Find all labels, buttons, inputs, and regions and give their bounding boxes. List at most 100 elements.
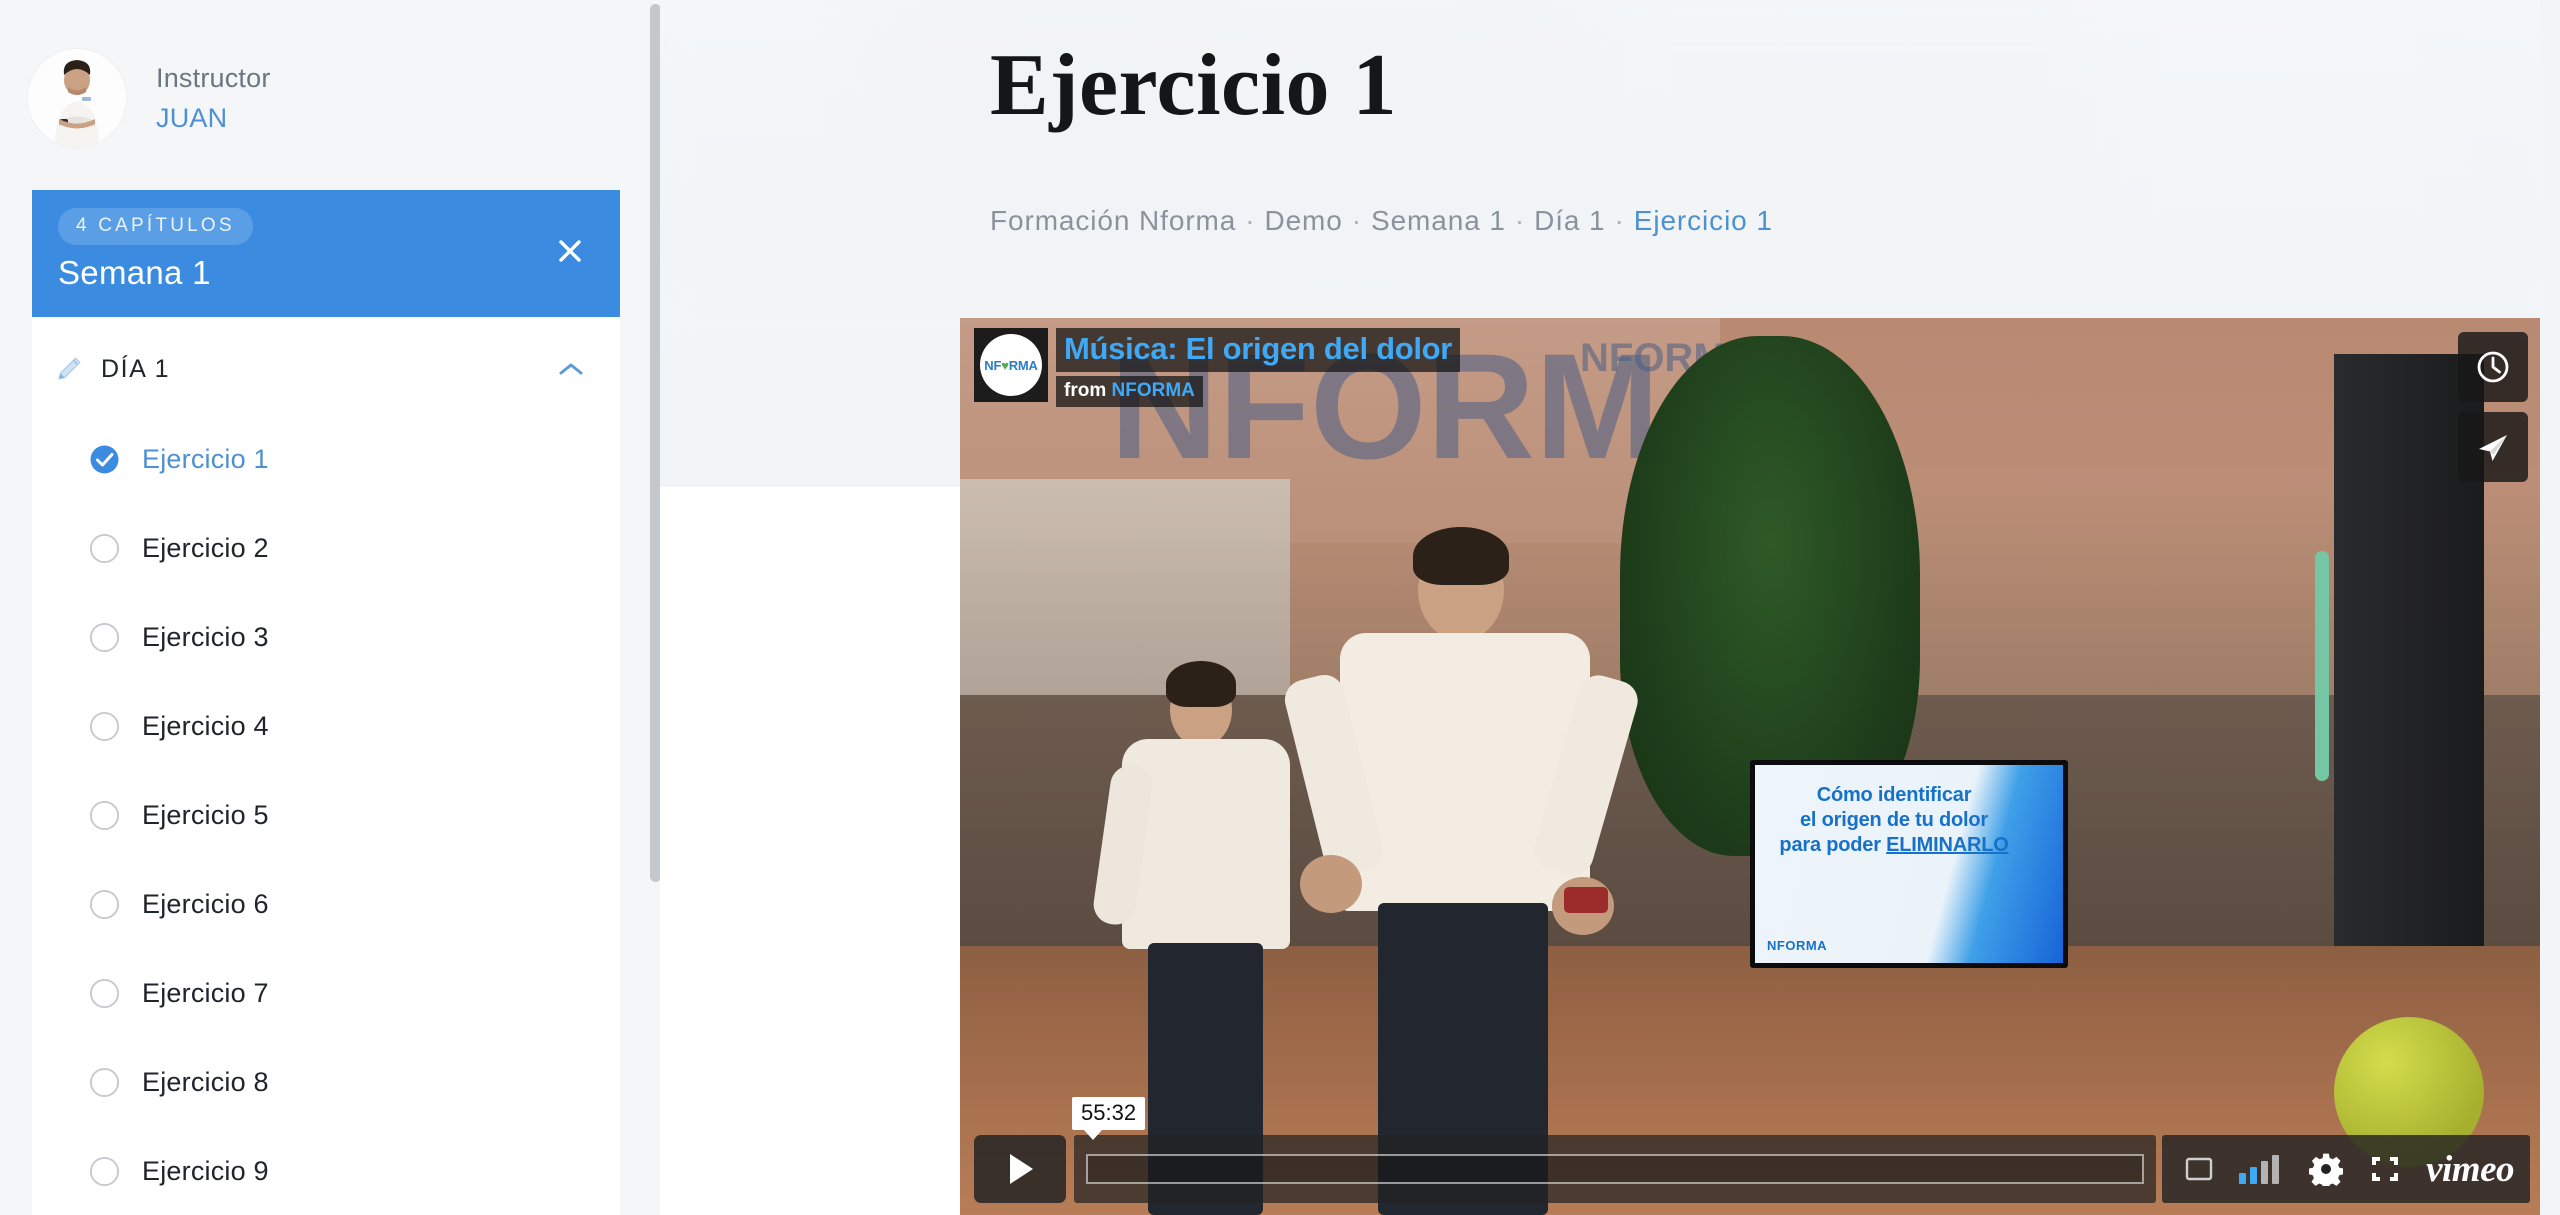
- chevron-up-icon[interactable]: [556, 360, 586, 378]
- tv-slide-logo: NFORMA: [1767, 938, 1828, 953]
- video-frame-content: NFORMA NFORMA Cómo identificar el origen…: [960, 318, 2544, 1215]
- lesson-item-2[interactable]: Ejercicio 2: [32, 504, 620, 593]
- vimeo-action-buttons: [2458, 332, 2528, 492]
- lesson-items: Ejercicio 1 Ejercicio 2 Ejercicio 3 Ejercic…: [32, 415, 620, 1215]
- vimeo-video-player[interactable]: NFORMA NFORMA Cómo identificar el origen…: [960, 318, 2544, 1215]
- video-bg-resistance-band: [2315, 551, 2329, 782]
- breadcrumb-item-3[interactable]: Semana 1: [1371, 205, 1506, 236]
- tv-slide-line-2: el origen de tu dolor: [1799, 808, 1989, 831]
- avatar: [28, 49, 126, 147]
- breadcrumb-separator: ·: [1514, 204, 1526, 236]
- lesson-item-label: Ejercicio 7: [142, 978, 269, 1008]
- lesson-item-label: Ejercicio 5: [142, 800, 269, 830]
- lesson-item-9[interactable]: Ejercicio 9: [32, 1127, 620, 1215]
- circle-outline-icon: [89, 533, 120, 564]
- instructor-name[interactable]: JUAN: [156, 100, 271, 136]
- gear-icon: [2309, 1153, 2344, 1186]
- vimeo-overlay-titles: Música: El origen del dolor from NFORMA: [1056, 328, 1461, 407]
- video-tv-screen: Cómo identificar el origen de tu dolor p…: [1750, 760, 2068, 968]
- video-controls-bar: 55:32 vimeo: [974, 1097, 2530, 1203]
- progress-track[interactable]: [1086, 1154, 2145, 1184]
- lesson-item-1[interactable]: Ejercicio 1: [32, 415, 620, 504]
- lesson-item-label: Ejercicio 6: [142, 889, 269, 919]
- check-circle-filled-icon: [89, 444, 120, 475]
- tv-slide-text: Cómo identificar el origen de tu dolor p…: [1769, 783, 2019, 857]
- breadcrumb-item-4[interactable]: Día 1: [1534, 205, 1605, 236]
- instructor-block: Instructor JUAN: [0, 0, 660, 160]
- breadcrumb: Formación Nforma · Demo · Semana 1 · Día 1 · Eje…: [990, 205, 1773, 237]
- chapter-count-badge: 4 CAPÍTULOS: [58, 208, 253, 245]
- breadcrumb-item-2[interactable]: Demo: [1264, 205, 1342, 236]
- picture-in-picture-button[interactable]: [2185, 1156, 2213, 1182]
- breadcrumb-separator: ·: [1351, 204, 1362, 236]
- instructor-role-label: Instructor: [156, 62, 271, 93]
- circle-outline-icon: [89, 889, 120, 920]
- breadcrumb-item-5[interactable]: Ejercicio 1: [1634, 205, 1773, 236]
- tv-slide-emphasis: ELIMINARLO: [1886, 833, 2009, 856]
- vimeo-video-title[interactable]: Música: El origen del dolor: [1056, 328, 1461, 372]
- course-player-page: Instructor JUAN 4 CAPÍTULOS Semana 1 DÍA…: [0, 0, 2560, 1215]
- vertical-scrollbar-thumb[interactable]: [650, 4, 660, 882]
- sidebar-section-dia-1[interactable]: DÍA 1: [32, 323, 620, 415]
- lesson-item-label: Ejercicio 1: [142, 444, 269, 474]
- pip-icon: [2185, 1157, 2213, 1181]
- paper-plane-icon: [2479, 435, 2507, 461]
- play-button[interactable]: [974, 1135, 1066, 1203]
- page-title: Ejercicio 1: [990, 37, 1398, 134]
- vimeo-channel-name: NFORMA: [1111, 380, 1195, 401]
- video-person-foreground: [1280, 525, 1643, 1215]
- fullscreen-button[interactable]: [2369, 1154, 2401, 1184]
- watch-later-button[interactable]: [2458, 332, 2528, 402]
- circle-outline-icon: [89, 800, 120, 831]
- chapter-header-card: 4 CAPÍTULOS Semana 1: [32, 190, 620, 317]
- instructor-avatar-photo: [28, 49, 126, 147]
- circle-outline-icon: [89, 622, 120, 653]
- circle-outline-icon: [89, 1156, 120, 1187]
- vimeo-from-prefix: from: [1064, 380, 1107, 401]
- lesson-item-3[interactable]: Ejercicio 3: [32, 593, 620, 682]
- vimeo-title-overlay: NF♥RMA Música: El origen del dolor from …: [974, 328, 1461, 407]
- vimeo-channel-line[interactable]: from NFORMA: [1056, 376, 1203, 407]
- time-tooltip: 55:32: [1072, 1097, 1146, 1140]
- lesson-item-6[interactable]: Ejercicio 6: [32, 860, 620, 949]
- progress-bar[interactable]: 55:32: [1072, 1097, 2157, 1203]
- sidebar-section-label: DÍA 1: [101, 354, 171, 383]
- video-controls-right: vimeo: [2162, 1135, 2530, 1203]
- course-sidebar: Instructor JUAN 4 CAPÍTULOS Semana 1 DÍA…: [0, 0, 660, 1215]
- tv-slide-line-3-prefix: para poder: [1779, 833, 1887, 856]
- circle-outline-icon: [89, 1067, 120, 1098]
- breadcrumb-separator: ·: [1245, 204, 1256, 236]
- lesson-item-7[interactable]: Ejercicio 7: [32, 949, 620, 1038]
- circle-outline-icon: [89, 978, 120, 1009]
- share-button[interactable]: [2458, 412, 2528, 482]
- breadcrumb-separator: ·: [1614, 204, 1625, 236]
- clock-icon: [2477, 351, 2509, 383]
- play-icon: [1010, 1154, 1033, 1184]
- tv-slide-line-3: para poder ELIMINARLO: [1769, 833, 2019, 858]
- close-icon[interactable]: [553, 234, 587, 268]
- chapter-lesson-list: DÍA 1 Ejercicio 1 Ejercicio 2 Ejercicio 3E…: [32, 317, 620, 1215]
- breadcrumb-item-1[interactable]: Formación Nforma: [990, 205, 1236, 236]
- instructor-text: Instructor JUAN: [156, 60, 271, 137]
- chapter-title: Semana 1: [58, 254, 211, 291]
- lesson-item-label: Ejercicio 8: [142, 1067, 269, 1097]
- lesson-item-label: Ejercicio 3: [142, 622, 269, 652]
- lesson-item-label: Ejercicio 4: [142, 711, 269, 741]
- nforma-logo: NF♥RMA: [984, 357, 1038, 373]
- lesson-item-8[interactable]: Ejercicio 8: [32, 1038, 620, 1127]
- lesson-item-4[interactable]: Ejercicio 4: [32, 682, 620, 771]
- fullscreen-icon: [2372, 1157, 2399, 1181]
- circle-outline-icon: [89, 711, 120, 742]
- lesson-item-5[interactable]: Ejercicio 5: [32, 771, 620, 860]
- tv-slide-line-1: Cómo identificar: [1816, 784, 1972, 806]
- lesson-item-label: Ejercicio 9: [142, 1156, 269, 1186]
- pencil-icon: [54, 354, 84, 384]
- vimeo-channel-thumbnail[interactable]: NF♥RMA: [974, 328, 1048, 402]
- hero-content: Ejercicio 1 Formación Nforma · Demo · Semana…: [990, 37, 1773, 237]
- main-content: Ejercicio 1 Formación Nforma · Demo · Semana…: [660, 0, 2560, 1215]
- volume-control[interactable]: [2239, 1154, 2283, 1184]
- settings-button[interactable]: [2309, 1152, 2344, 1186]
- right-edge-strip: [2540, 0, 2560, 1215]
- vimeo-brand-logo[interactable]: vimeo: [2426, 1148, 2514, 1191]
- lesson-item-label: Ejercicio 2: [142, 533, 269, 563]
